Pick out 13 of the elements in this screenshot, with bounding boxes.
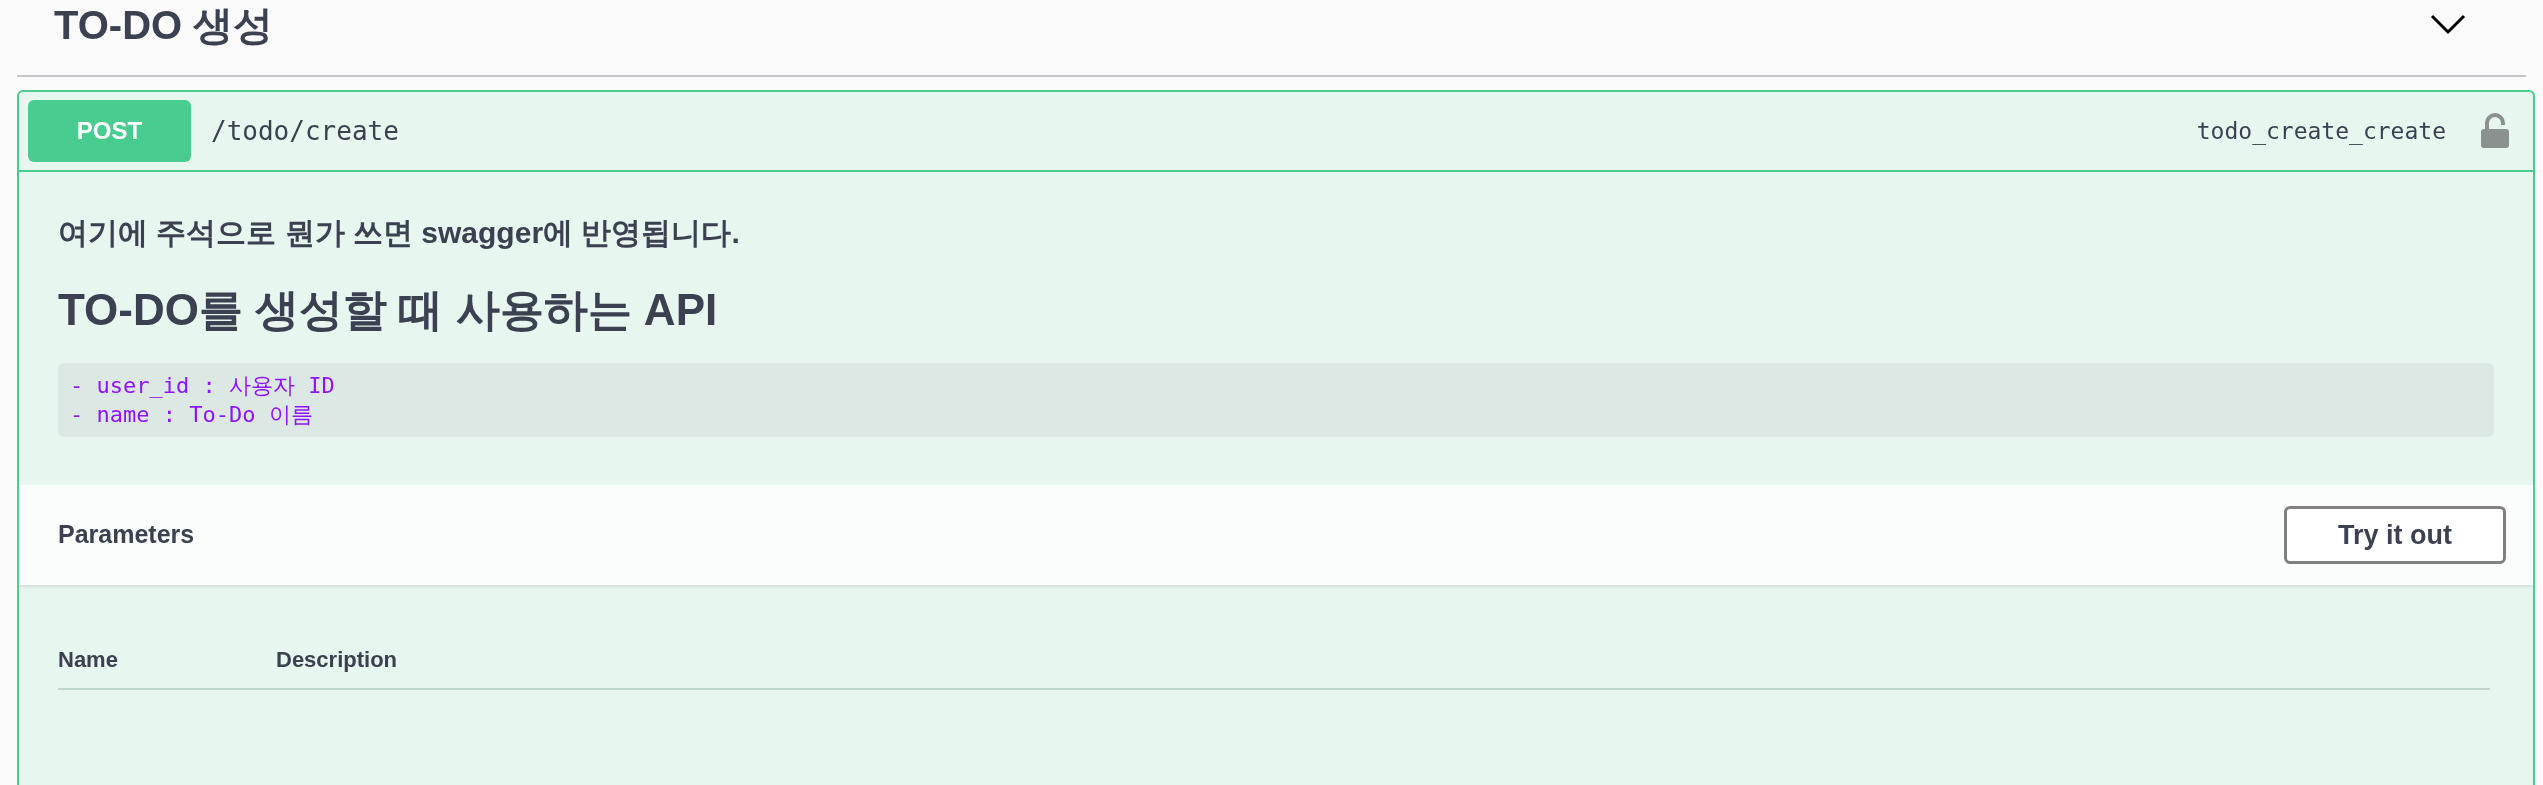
- column-header: Description: [276, 646, 398, 674]
- endpoint-path: /todo/create: [211, 114, 399, 148]
- section-title: TO-DO 생성: [54, 1, 274, 49]
- description-heading: TO-DO를 생성할 때 사용하는 API: [58, 284, 719, 336]
- description-text: 여기에 주석으로 뭔가 쓰면 swagger에 반영됩니다.: [58, 215, 741, 251]
- code-block: - user_id : 사용자 ID - name : To-Do 이름: [58, 363, 2494, 437]
- operation-id: todo_create_create: [2196, 116, 2446, 147]
- try-it-out-button[interactable]: Try it out: [2284, 506, 2506, 564]
- chevron-icon[interactable]: [2430, 13, 2466, 36]
- unlocked-lock-icon[interactable]: [2480, 113, 2510, 149]
- parameters-title: Parameters: [58, 519, 195, 551]
- method-badge: POST: [28, 100, 191, 162]
- column-header: Name: [58, 646, 119, 674]
